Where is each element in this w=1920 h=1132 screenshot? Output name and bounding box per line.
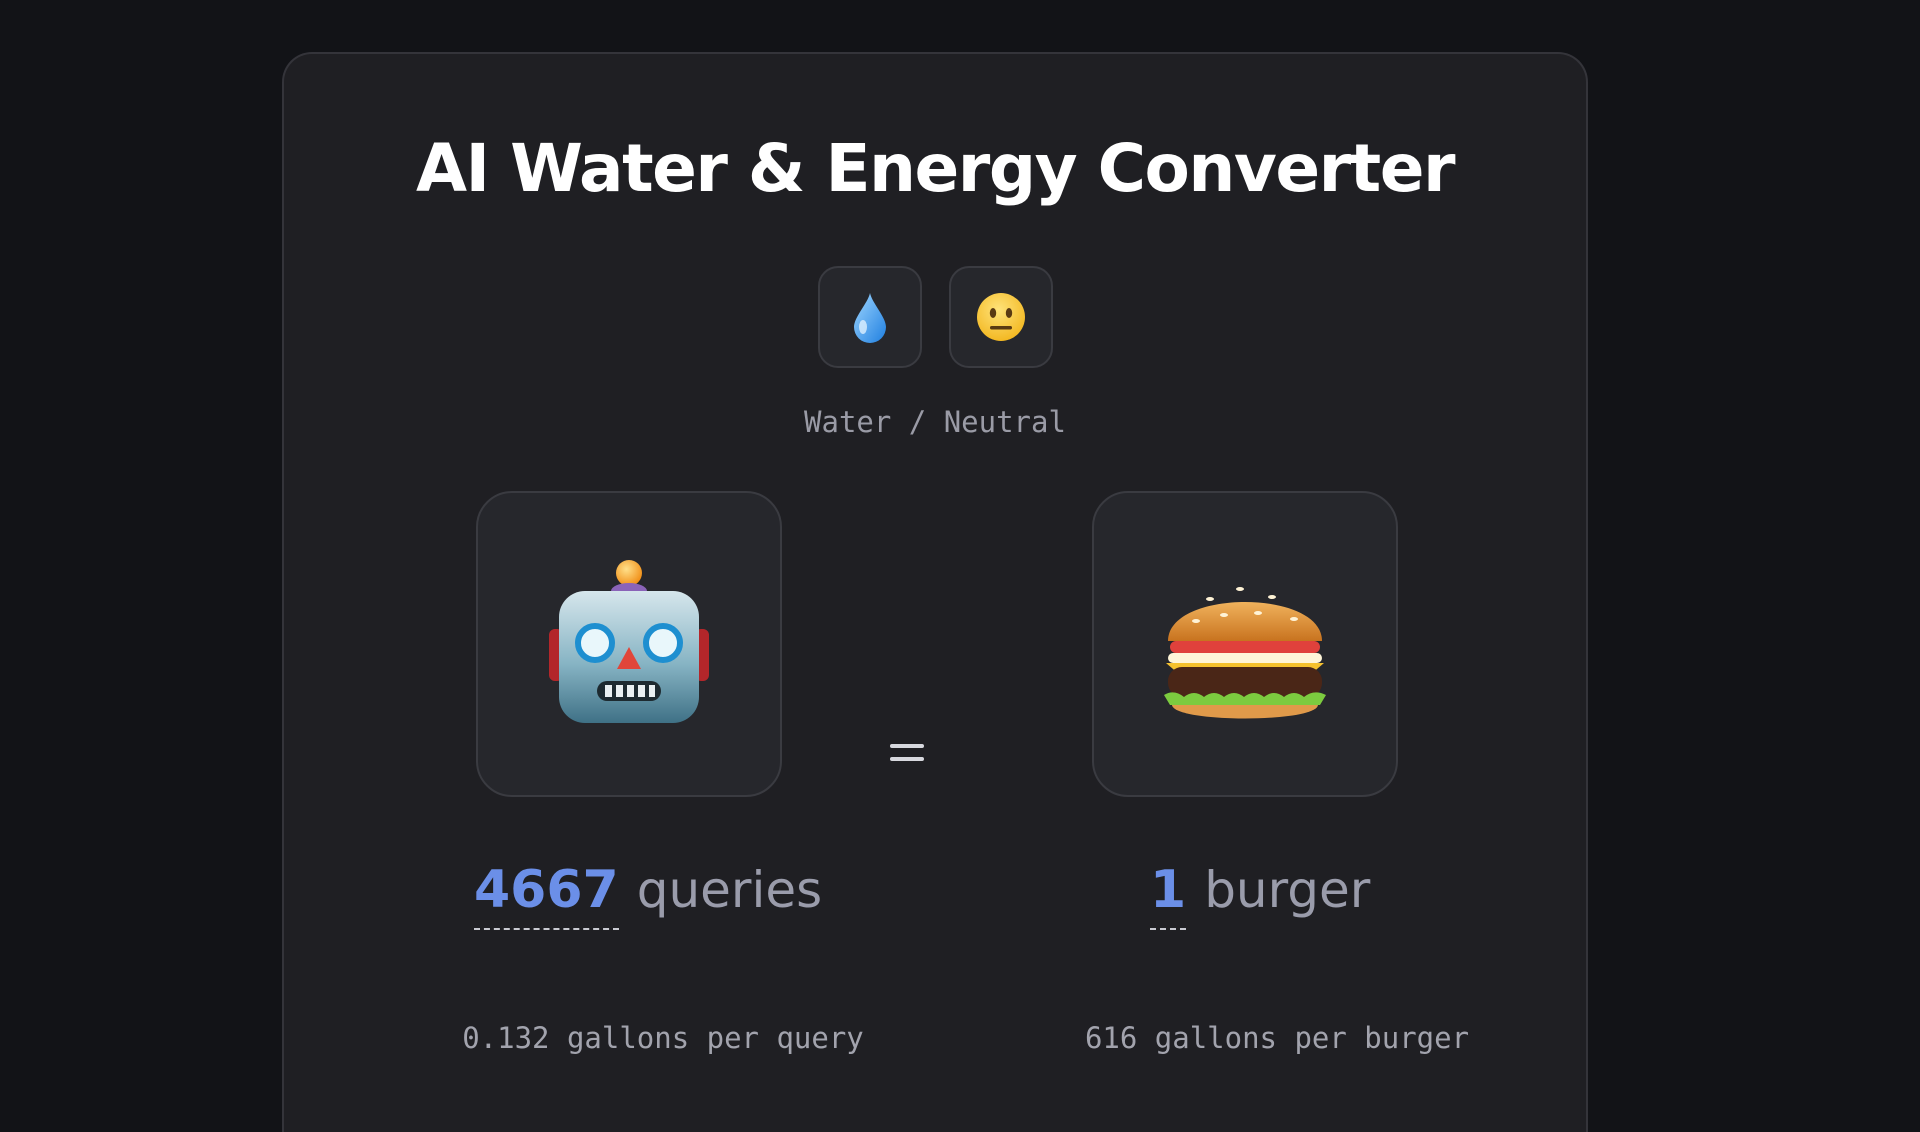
mode-caption: Water / Neutral [804,405,1066,439]
target-item-tile[interactable] [1092,491,1398,797]
source-rate: 0.132 gallons per query [462,1021,864,1055]
target-rate: 616 gallons per burger [1084,1021,1470,1055]
neutral-face-icon [975,291,1027,343]
converter-card: AI Water & Energy Converter Water / Neut… [282,52,1588,1132]
target-quantity-input[interactable]: 1 [1150,864,1187,930]
target-amount: 1 burger [1150,864,1370,930]
source-quantity-input[interactable]: 4667 [474,864,619,930]
page-title: AI Water & Energy Converter [415,130,1456,207]
target-unit-label: burger [1204,861,1371,919]
source-amount: 4667 queries [474,864,822,930]
burger-icon [1160,559,1330,729]
equals-sign [877,744,937,770]
water-mode-button[interactable] [817,266,922,368]
water-drop-icon [850,291,890,343]
robot-icon [549,559,709,729]
source-item-tile[interactable] [476,491,782,797]
neutral-mood-button[interactable] [948,266,1053,368]
mode-selector [284,266,1586,368]
source-unit-label: queries [636,861,823,919]
